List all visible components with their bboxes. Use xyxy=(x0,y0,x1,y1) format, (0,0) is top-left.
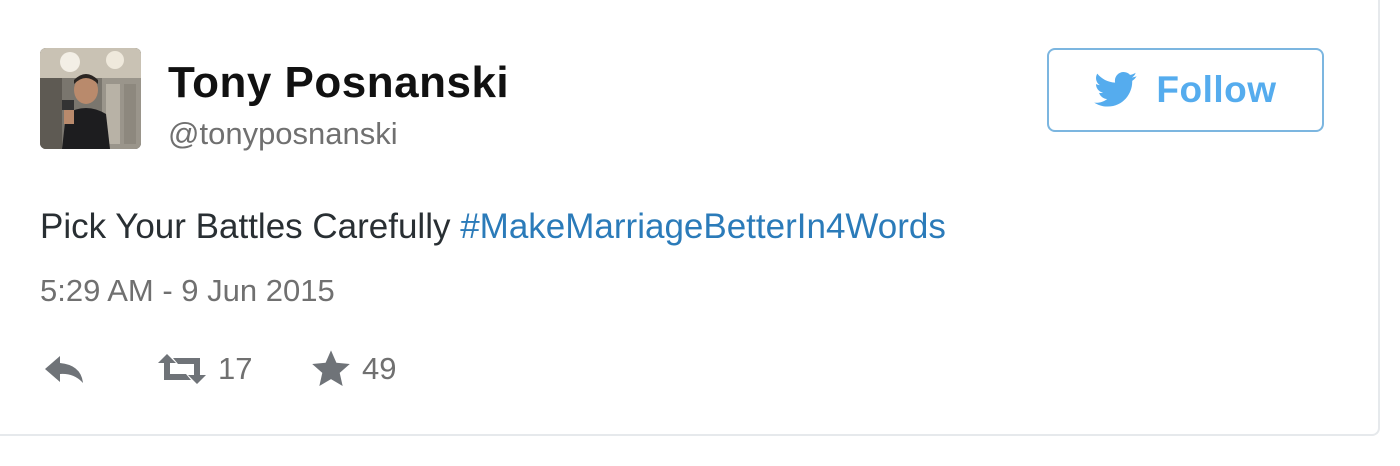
favorite-button[interactable]: 49 xyxy=(310,347,396,391)
star-icon xyxy=(312,350,350,387)
user-handle[interactable]: @tonyposnanski xyxy=(168,116,398,152)
follow-button[interactable]: Follow xyxy=(1047,48,1324,132)
retweet-count: 17 xyxy=(218,351,253,386)
retweet-icon xyxy=(158,354,206,384)
reply-icon xyxy=(45,356,83,383)
tweet-timestamp[interactable]: 5:29 AM - 9 Jun 2015 xyxy=(40,273,335,309)
tweet-text: Pick Your Battles Carefully #MakeMarriag… xyxy=(40,207,946,247)
tweet-plain-text: Pick Your Battles Carefully xyxy=(40,207,461,246)
follow-label: Follow xyxy=(1156,69,1277,110)
profile-photo-icon xyxy=(40,48,141,149)
twitter-bird-icon xyxy=(1094,72,1138,107)
reply-button[interactable] xyxy=(42,347,86,391)
favorite-count: 49 xyxy=(362,351,397,386)
hashtag-link[interactable]: #MakeMarriageBetterIn4Words xyxy=(460,207,946,246)
avatar[interactable] xyxy=(40,48,141,149)
display-name[interactable]: Tony Posnanski xyxy=(168,58,509,108)
tweet-card: Tony Posnanski @tonyposnanski Follow Pic… xyxy=(0,0,1380,436)
retweet-button[interactable]: 17 xyxy=(156,347,252,391)
